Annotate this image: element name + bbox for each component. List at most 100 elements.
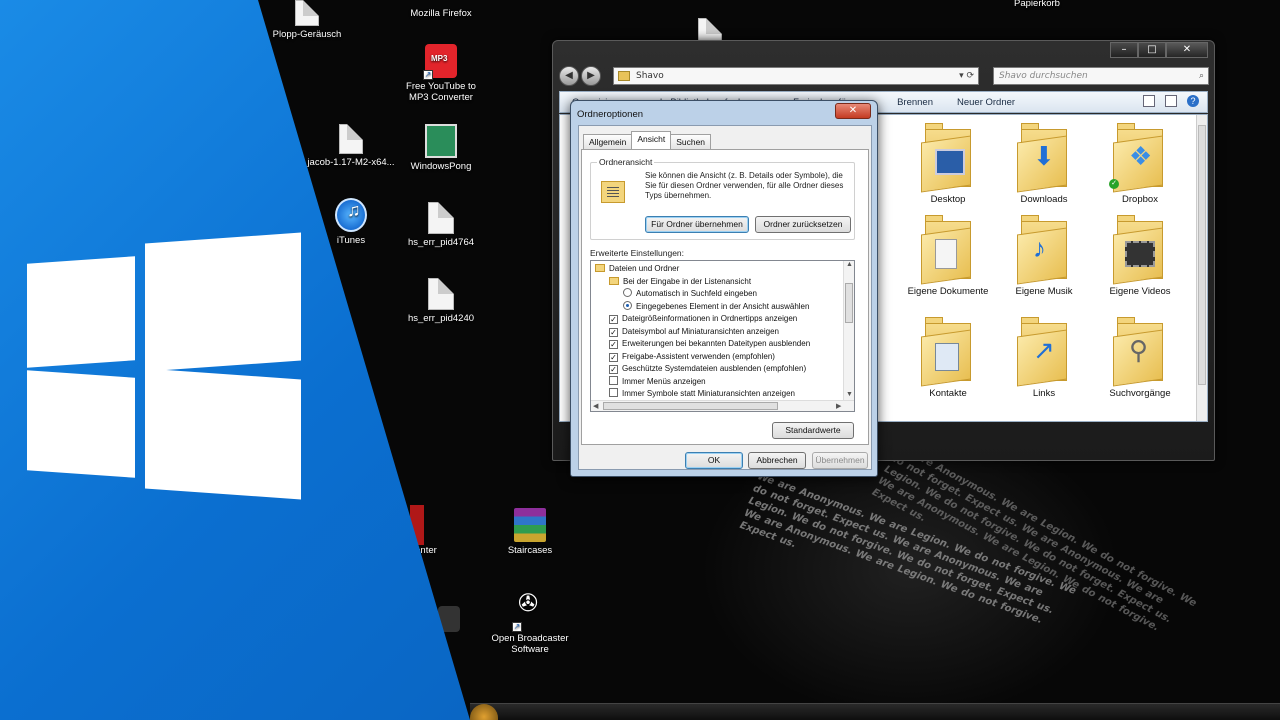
settings-row[interactable]: Eingegebenes Element in der Ansicht ausw…: [623, 300, 810, 314]
address-dropdown-icon[interactable]: ▾ ⟳: [959, 68, 974, 84]
desktop-icon-staircases[interactable]: Staircases: [485, 508, 575, 556]
settings-row[interactable]: ✓ Freigabe-Assistent verwenden (empfohlen…: [609, 351, 775, 364]
itunes-icon: ♫: [335, 198, 367, 232]
folder-icon: [609, 276, 619, 285]
videos-folder-icon: [1113, 215, 1167, 285]
search-placeholder: Shavo durchsuchen: [999, 71, 1088, 81]
forward-button[interactable]: ▶: [581, 66, 601, 86]
settings-row[interactable]: ✓ Dateigrößeinformationen in Ordnertipps …: [609, 313, 797, 326]
settings-row-label: Dateisymbol auf Miniaturansichten anzeig…: [622, 326, 779, 336]
desktop-icon-jacob[interactable]: jacob-1.17-M2-x64...: [306, 124, 396, 168]
help-icon[interactable]: ?: [1187, 95, 1199, 107]
ok-button[interactable]: OK: [685, 452, 743, 469]
taskbar: [470, 703, 1280, 720]
folder-item-searches[interactable]: ⚲ Suchvorgänge: [1094, 317, 1186, 399]
maximize-button[interactable]: □: [1138, 42, 1166, 58]
folder-view-description: Sie können die Ansicht (z. B. Details od…: [645, 171, 844, 200]
dialog-tabs: Allgemein Ansicht Suchen: [583, 131, 712, 149]
new-folder-button[interactable]: Neuer Ordner: [957, 97, 1015, 108]
folder-icon: [595, 264, 605, 272]
settings-row-label: Freigabe-Assistent verwenden (empfohlen): [622, 351, 775, 361]
radio-button-selected[interactable]: [623, 300, 632, 310]
scroll-up-icon[interactable]: ▲: [846, 261, 853, 268]
radio-button[interactable]: [623, 288, 632, 297]
checkbox-checked[interactable]: ✓: [609, 352, 618, 362]
search-icon: ⌕: [1198, 71, 1204, 81]
close-button[interactable]: ✕: [1166, 42, 1208, 58]
folder-item-music[interactable]: ♪ Eigene Musik: [998, 215, 1090, 297]
scroll-left-icon[interactable]: ◀: [593, 402, 598, 410]
folder-icon: [618, 71, 630, 81]
folder-label: Links: [1032, 388, 1056, 399]
folder-label: Eigene Videos: [1109, 286, 1171, 297]
settings-row[interactable]: Immer Menüs anzeigen: [609, 375, 706, 389]
settings-row-label: Dateien und Ordner: [609, 264, 680, 273]
checkbox-checked[interactable]: ✓: [609, 327, 618, 337]
restore-defaults-button[interactable]: Standardwerte: [772, 422, 854, 439]
burn-button[interactable]: Brennen: [897, 97, 933, 108]
tab-search[interactable]: Suchen: [670, 134, 712, 149]
settings-row-label: Dateigrößeinformationen in Ordnertipps a…: [622, 314, 798, 323]
folder-view-icon: [601, 181, 625, 203]
folder-item-contacts[interactable]: Kontakte: [902, 317, 994, 399]
tab-view[interactable]: Ansicht: [631, 131, 672, 149]
desktop-icon-obs[interactable]: ✇ ↗ Open Broadcaster Software: [485, 592, 575, 656]
settings-row[interactable]: ✓ Erweiterungen bei bekannten Dateitypen …: [609, 338, 810, 351]
address-bar[interactable]: Shavo ▾ ⟳: [613, 67, 979, 85]
dialog-close-button[interactable]: ✕: [835, 103, 871, 119]
advanced-settings-list[interactable]: Dateien und Ordner Bei der Eingabe in de…: [590, 260, 855, 412]
view-options-icon[interactable]: [1143, 95, 1155, 107]
folder-item-videos[interactable]: Eigene Videos: [1094, 215, 1186, 297]
checkbox-checked[interactable]: ✓: [609, 315, 618, 324]
desktop-icon-plopp[interactable]: Plopp-Geräusch: [262, 0, 352, 40]
scroll-right-icon[interactable]: ▶: [836, 402, 841, 410]
tab-general[interactable]: Allgemein: [583, 134, 633, 149]
winrar-archive-icon: [514, 508, 546, 542]
checkbox-checked[interactable]: ✓: [609, 340, 618, 349]
checkbox-unchecked[interactable]: [609, 388, 618, 397]
desktop-icon-hs-err-4764[interactable]: hs_err_pid4764: [396, 202, 486, 248]
desktop-icon-firefox[interactable]: Mozilla Firefox: [396, 0, 486, 19]
mp3-converter-icon: MP3 ↗: [423, 44, 457, 80]
list-horizontal-scrollbar[interactable]: ◀ ▶: [591, 400, 854, 411]
apply-to-folders-button[interactable]: Für Ordner übernehmen: [645, 216, 749, 233]
address-path: Shavo: [636, 71, 664, 81]
folder-item-documents[interactable]: Eigene Dokumente: [902, 215, 994, 297]
desktop-icon-hs-err-4240[interactable]: hs_err_pid4240: [396, 278, 486, 324]
settings-row[interactable]: ✓ Geschützte Systemdateien ausblenden (em…: [609, 363, 806, 376]
apply-button[interactable]: Übernehmen: [812, 452, 868, 469]
settings-row[interactable]: Automatisch in Suchfeld eingeben: [623, 288, 757, 301]
preview-pane-icon[interactable]: [1165, 95, 1177, 107]
desktop-icon-youtube-mp3[interactable]: MP3 ↗ Free YouTube to MP3 Converter: [396, 44, 486, 103]
folder-label: Suchvorgänge: [1109, 388, 1171, 399]
desktop-icon-recycle-bin[interactable]: Papierkorb: [992, 0, 1082, 9]
settings-row[interactable]: ✓ Dateisymbol auf Miniaturansichten anzei…: [609, 326, 779, 339]
back-button[interactable]: ◀: [559, 66, 579, 86]
desktop-icon-label: hs_err_pid4240: [407, 313, 475, 324]
folder-item-downloads[interactable]: ⬇ Downloads: [998, 123, 1090, 205]
folder-options-dialog: Ordneroptionen ✕ Allgemein Ansicht Suche…: [570, 100, 878, 477]
desktop-icon-label: Free YouTube to MP3 Converter: [406, 81, 476, 103]
dialog-body: Allgemein Ansicht Suchen Ordneransicht S…: [578, 125, 872, 470]
folder-item-dropbox[interactable]: ❖ ✓ Dropbox: [1094, 123, 1186, 205]
checkbox-unchecked[interactable]: [609, 375, 618, 385]
settings-row[interactable]: Immer Symbole statt Miniaturansichten an…: [609, 388, 795, 401]
desktop-icon-windowspong[interactable]: WindowsPong: [396, 124, 486, 172]
minimize-button[interactable]: –: [1110, 42, 1138, 58]
folder-item-desktop[interactable]: Desktop: [902, 123, 994, 205]
settings-row: Dateien und Ordner: [595, 263, 679, 276]
dropbox-folder-icon: ❖ ✓: [1109, 123, 1167, 193]
scroll-down-icon[interactable]: ▼: [846, 391, 853, 398]
settings-row: Bei der Eingabe in der Listenansicht: [609, 276, 751, 289]
checkbox-checked[interactable]: ✓: [609, 365, 618, 374]
folder-label: Desktop: [930, 194, 966, 205]
cancel-button[interactable]: Abbrechen: [748, 452, 806, 469]
vertical-scrollbar[interactable]: [1196, 115, 1207, 421]
search-input[interactable]: Shavo durchsuchen ⌕: [993, 67, 1209, 85]
reset-folders-button[interactable]: Ordner zurücksetzen: [755, 216, 851, 233]
settings-row-label: Eingegebenes Element in der Ansicht ausw…: [636, 301, 810, 311]
folder-item-links[interactable]: ↗ Links: [998, 317, 1090, 399]
desktop-icon-label: Open Broadcaster Software: [491, 633, 569, 655]
windowspong-icon: [425, 124, 457, 158]
list-vertical-scrollbar[interactable]: ▲ ▼: [843, 261, 854, 401]
